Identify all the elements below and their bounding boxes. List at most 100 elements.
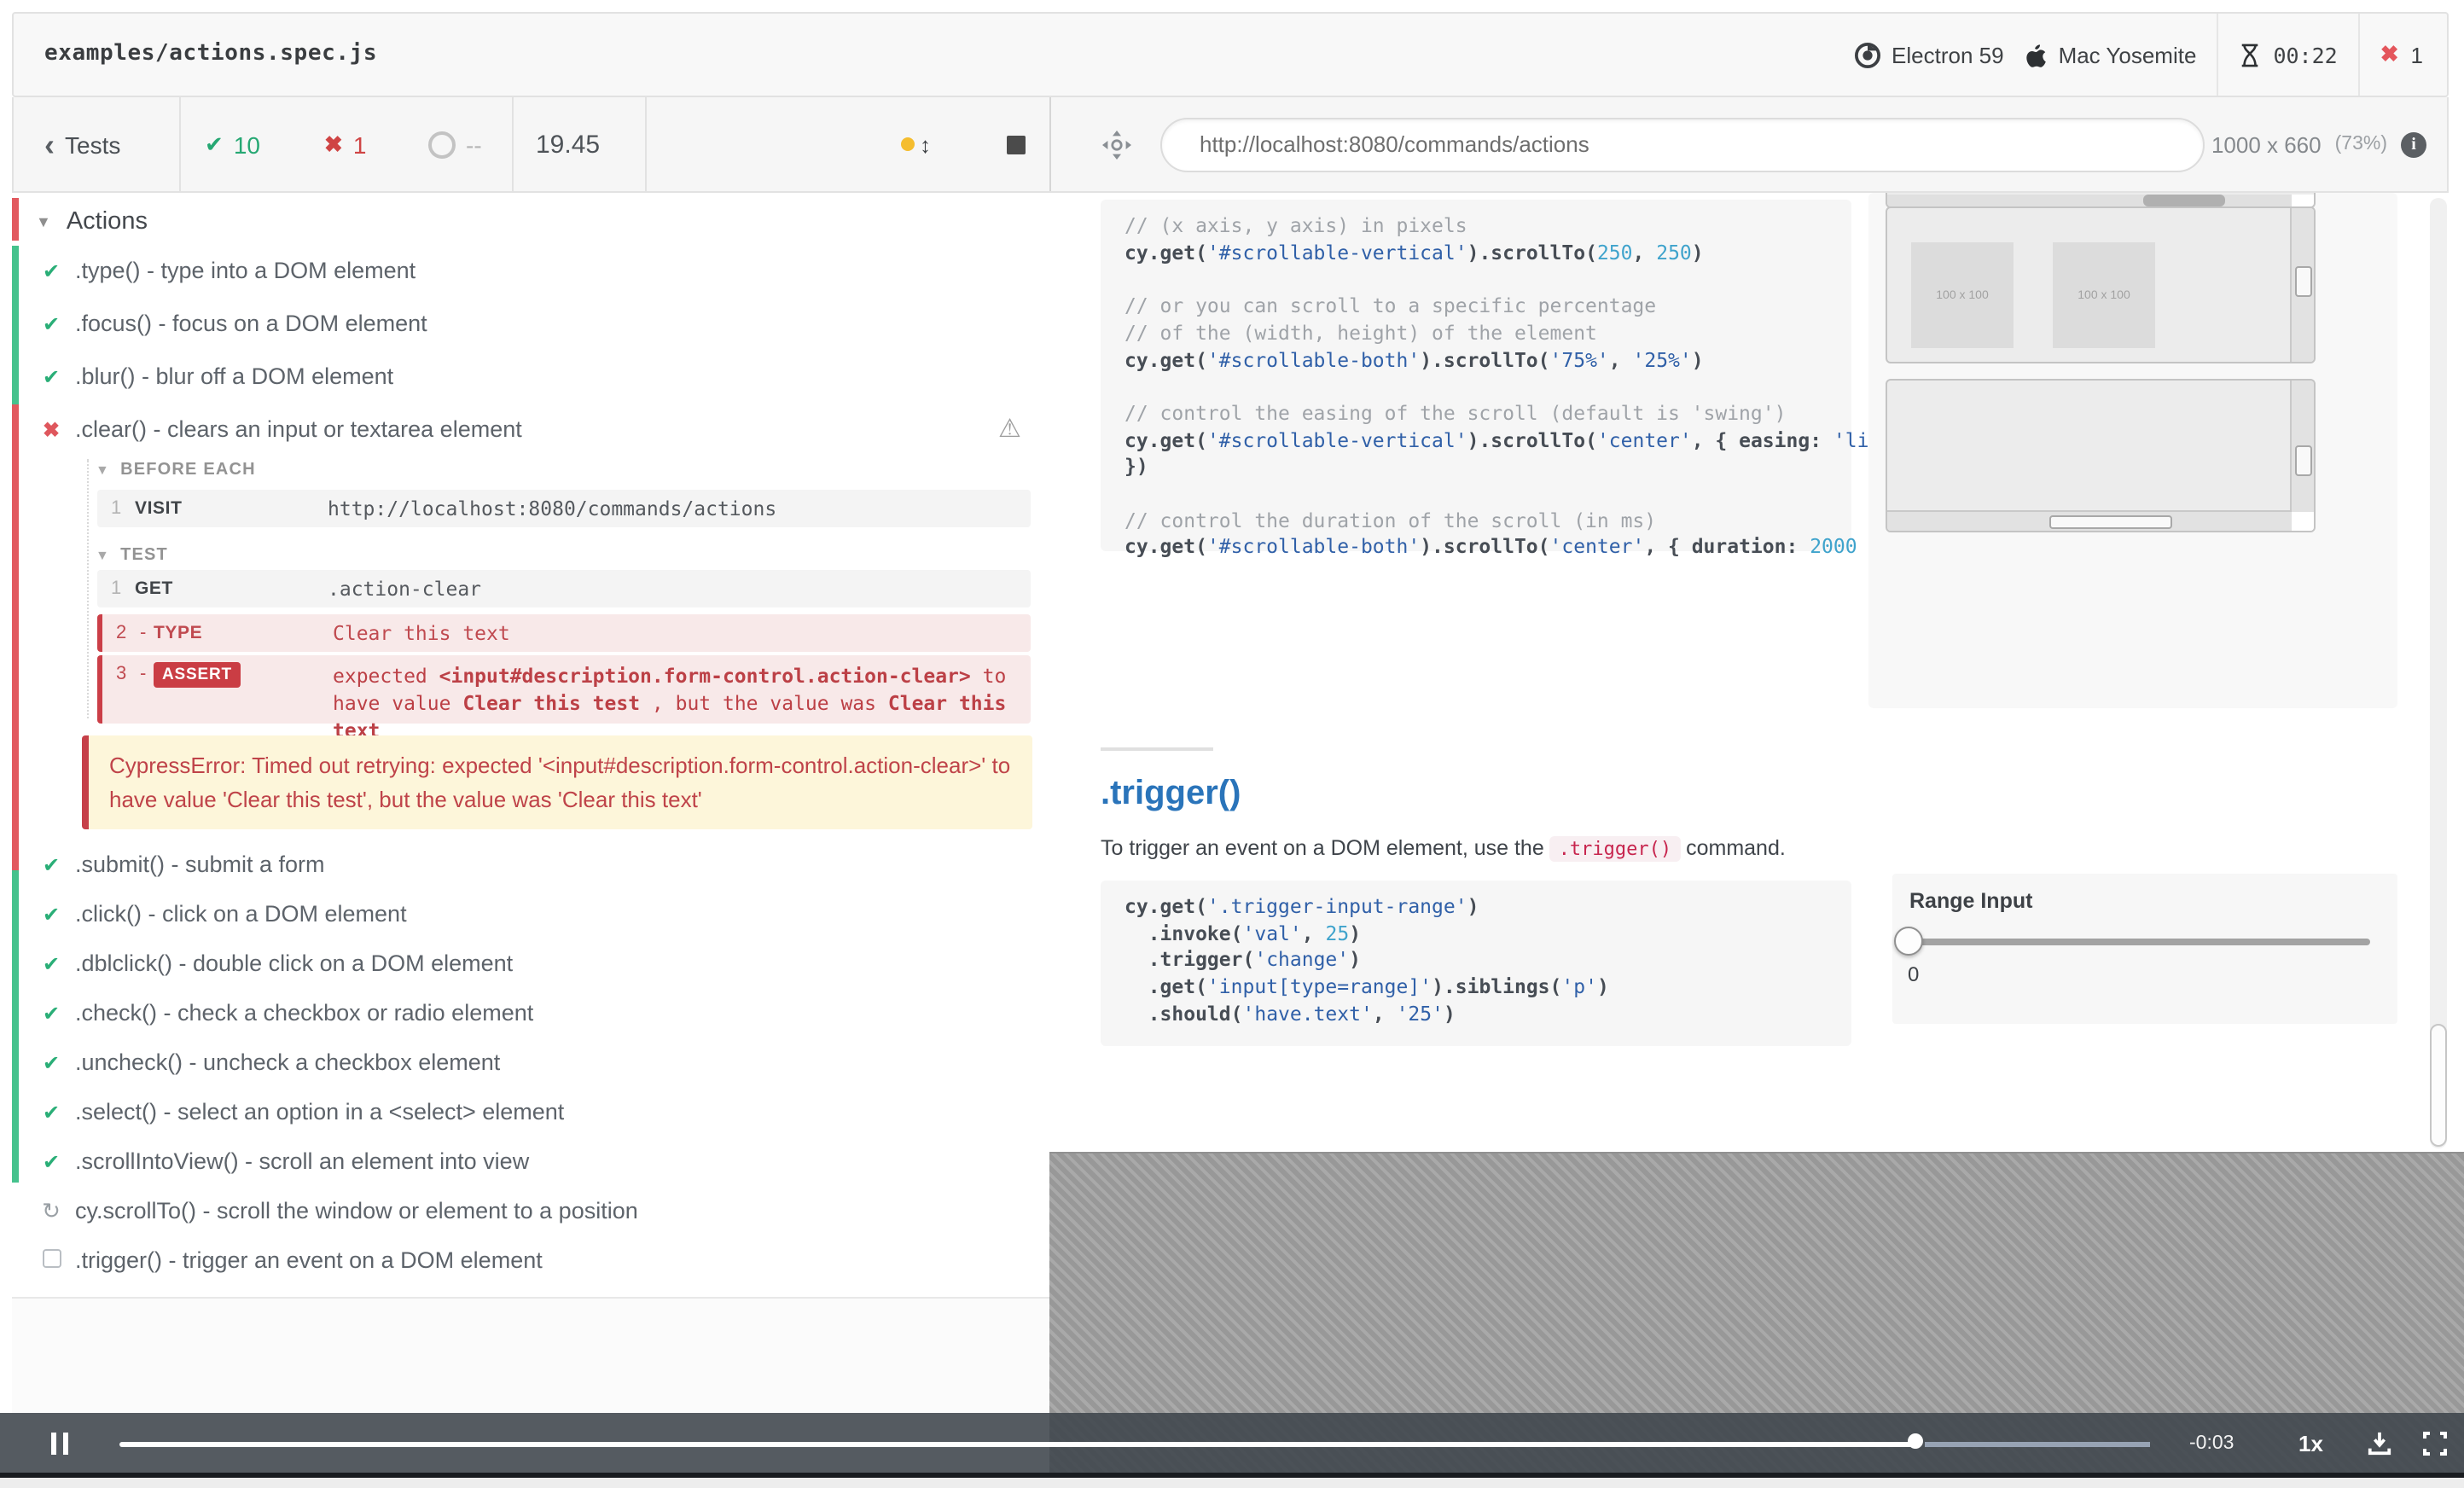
test-row[interactable]: ✔ .type() - type into a DOM element [12,244,1049,297]
horizontal-scrollbar-thumb[interactable] [2143,195,2225,206]
reporter-toolbar: ‹ Tests ✔ 10 ✖ 1 -- 19.45 ↕ [14,97,1051,191]
up-down-arrow-icon: ↕ [920,131,931,157]
test-row[interactable]: ✔ .scrollIntoView() - scroll an element i… [12,1136,1049,1186]
test-row[interactable]: ✔ .dblclick() - double click on a DOM ele… [12,939,1049,988]
range-slider-thumb[interactable] [1894,927,1923,956]
test-title: .uncheck() - uncheck a checkbox element [75,1049,501,1075]
collapse-triangle-icon: ▼ [96,462,111,478]
test-title: .dblclick() - double click on a DOM elem… [75,950,514,976]
back-to-tests-button[interactable]: ‹ Tests [44,127,120,161]
test-list-before: ✔ .type() - type into a DOM element ✔ .focu… [12,244,1049,456]
viewport-scale: (73%) [2334,134,2387,154]
scrollable-box-empty[interactable] [1886,379,2316,532]
toolbar-divider [645,97,647,191]
progress-thumb[interactable] [1908,1433,1923,1449]
failed-count[interactable]: ✖ 1 [324,131,366,158]
circle-icon [428,131,456,158]
x-icon: ✖ [324,131,343,156]
playback-speed-button[interactable]: 1x [2298,1430,2323,1456]
trigger-code-block: cy.get('.trigger-input-range') .invoke('… [1101,881,1851,1046]
download-icon[interactable] [2367,1430,2392,1456]
code-line: cy.get('#scrollable-vertical').scrollTo(… [1124,427,1928,452]
fail-count-indicator[interactable]: ✖ 1 [2380,41,2423,68]
test-row[interactable]: ✖ .clear() - clears an input or textarea … [12,403,1049,456]
pause-button[interactable] [51,1432,68,1454]
collapse-triangle-icon: ▼ [96,548,111,563]
vertical-scrollbar-thumb[interactable] [2295,266,2312,297]
range-slider-track[interactable] [1906,939,2370,945]
os-indicator: Mac Yosemite [2025,42,2196,67]
command-row-visit[interactable]: 1 VISIT http://localhost:8080/commands/act… [97,490,1031,527]
command-message: Clear this text [333,621,510,645]
spec-file-name[interactable]: examples/actions.spec.js [44,14,377,96]
command-c-num: 1 [111,578,122,599]
progress-buffered[interactable] [1925,1441,2150,1446]
progress-played[interactable] [119,1441,1918,1446]
code-line: cy.get('#scrollable-both').scrollTo('75%… [1124,347,1704,372]
passed-count[interactable]: ✔ 10 [205,131,260,158]
auto-scroll-toggle[interactable]: ↕ [901,131,931,157]
timer-indicator: 00:22 [2239,42,2338,67]
hook-before-each[interactable]: ▼ BEFORE EACH [96,461,256,480]
test-row[interactable]: ✔ .blur() - blur off a DOM element [12,350,1049,403]
scrollbar-corner [2292,512,2314,531]
check-icon: ✔ [42,902,61,926]
test-row[interactable]: ↻ cy.scrollTo() - scroll the window or el… [12,1186,1049,1235]
test-row[interactable]: ✔ .check() - check a checkbox or radio el… [12,988,1049,1038]
test-row[interactable]: ✔ .focus() - focus on a DOM element [12,297,1049,350]
suite-actions[interactable]: ▼ Actions [12,203,1049,241]
test-row[interactable]: ✔ .uncheck() - uncheck a checkbox element [12,1038,1049,1087]
aut-scrollbar-thumb[interactable] [2430,1024,2447,1147]
test-row[interactable]: ✔ .click() - click on a DOM element [12,889,1049,939]
check-icon: ✔ [42,852,61,876]
code-line: // or you can scroll to a specific perce… [1124,294,1657,318]
command-c-num: 1 [111,498,122,519]
hourglass-icon [2242,43,2258,67]
hook-before-each-label: BEFORE EACH [120,461,256,480]
run-duration: 19.45 [536,130,601,159]
test-row[interactable]: ✔ .select() - select an option in a <sele… [12,1087,1049,1136]
info-icon[interactable]: i [2401,131,2426,157]
chevron-left-icon: ‹ [44,127,55,161]
square-label: 100 x 100 [2078,289,2130,301]
command-row-get[interactable]: 1 GET .action-clear [97,570,1031,607]
aut-scrollbar-track[interactable] [2430,198,2447,1148]
command-row-type[interactable]: 2- TYPE Clear this text [97,614,1031,652]
test-title: .clear() - clears an input or textarea e… [75,416,522,442]
test-row[interactable]: .trigger() - trigger an event on a DOM e… [12,1235,1049,1285]
aut-panel: // (x axis, y axis) in pixels cy.get('#sc… [1049,193,2464,1488]
stop-button[interactable] [1007,135,1026,154]
vertical-scrollbar-thumb[interactable] [2295,445,2312,476]
horizontal-scrollbar-track[interactable] [1887,195,2292,206]
warning-icon[interactable]: ⚠ [998,413,1021,444]
command-row-assert[interactable]: 3 - ASSERT expected <input#description.f… [97,655,1031,742]
range-input-panel: Range Input 0 [1892,874,2397,1024]
horizontal-scrollbar-thumb[interactable] [2049,515,2172,529]
viewport-size: 1000 x 660 [2211,131,2322,157]
pending-count[interactable]: -- [428,131,482,158]
command-number: 3 [116,664,127,684]
error-message-box[interactable]: CypressError: Timed out retrying: expect… [82,735,1032,829]
code-line: // control the easing of the scroll (def… [1124,400,1787,425]
test-list-after: ✔ .submit() - submit a form ✔ .click() - cl… [12,840,1049,1285]
trigger-section-heading[interactable]: .trigger() [1101,775,1241,814]
collapse-triangle-icon: ▼ [36,213,51,230]
browser-indicator[interactable]: Electron 59 [1854,42,2004,67]
command-c-num: 2 [116,623,127,643]
url-text: http://localhost:8080/commands/actions [1200,131,1589,157]
command-c-name: GET [135,578,173,599]
scrollable-box-squares[interactable]: 100 x 100 100 x 100 [1886,206,2316,363]
x-icon: ✖ [42,417,61,441]
selector-playground-icon[interactable] [1102,130,1131,159]
test-title: .blur() - blur off a DOM element [75,363,394,389]
header-divider [2357,14,2360,96]
command-c-name: VISIT [135,498,183,519]
hook-test[interactable]: ▼ TEST [96,546,168,565]
trigger-desc-post: command. [1680,836,1786,860]
fullscreen-icon[interactable] [2423,1431,2447,1455]
toolbar-divider [179,97,181,191]
url-bar[interactable]: http://localhost:8080/commands/actions [1160,117,2205,171]
test-row[interactable]: ✔ .submit() - submit a form [12,840,1049,889]
